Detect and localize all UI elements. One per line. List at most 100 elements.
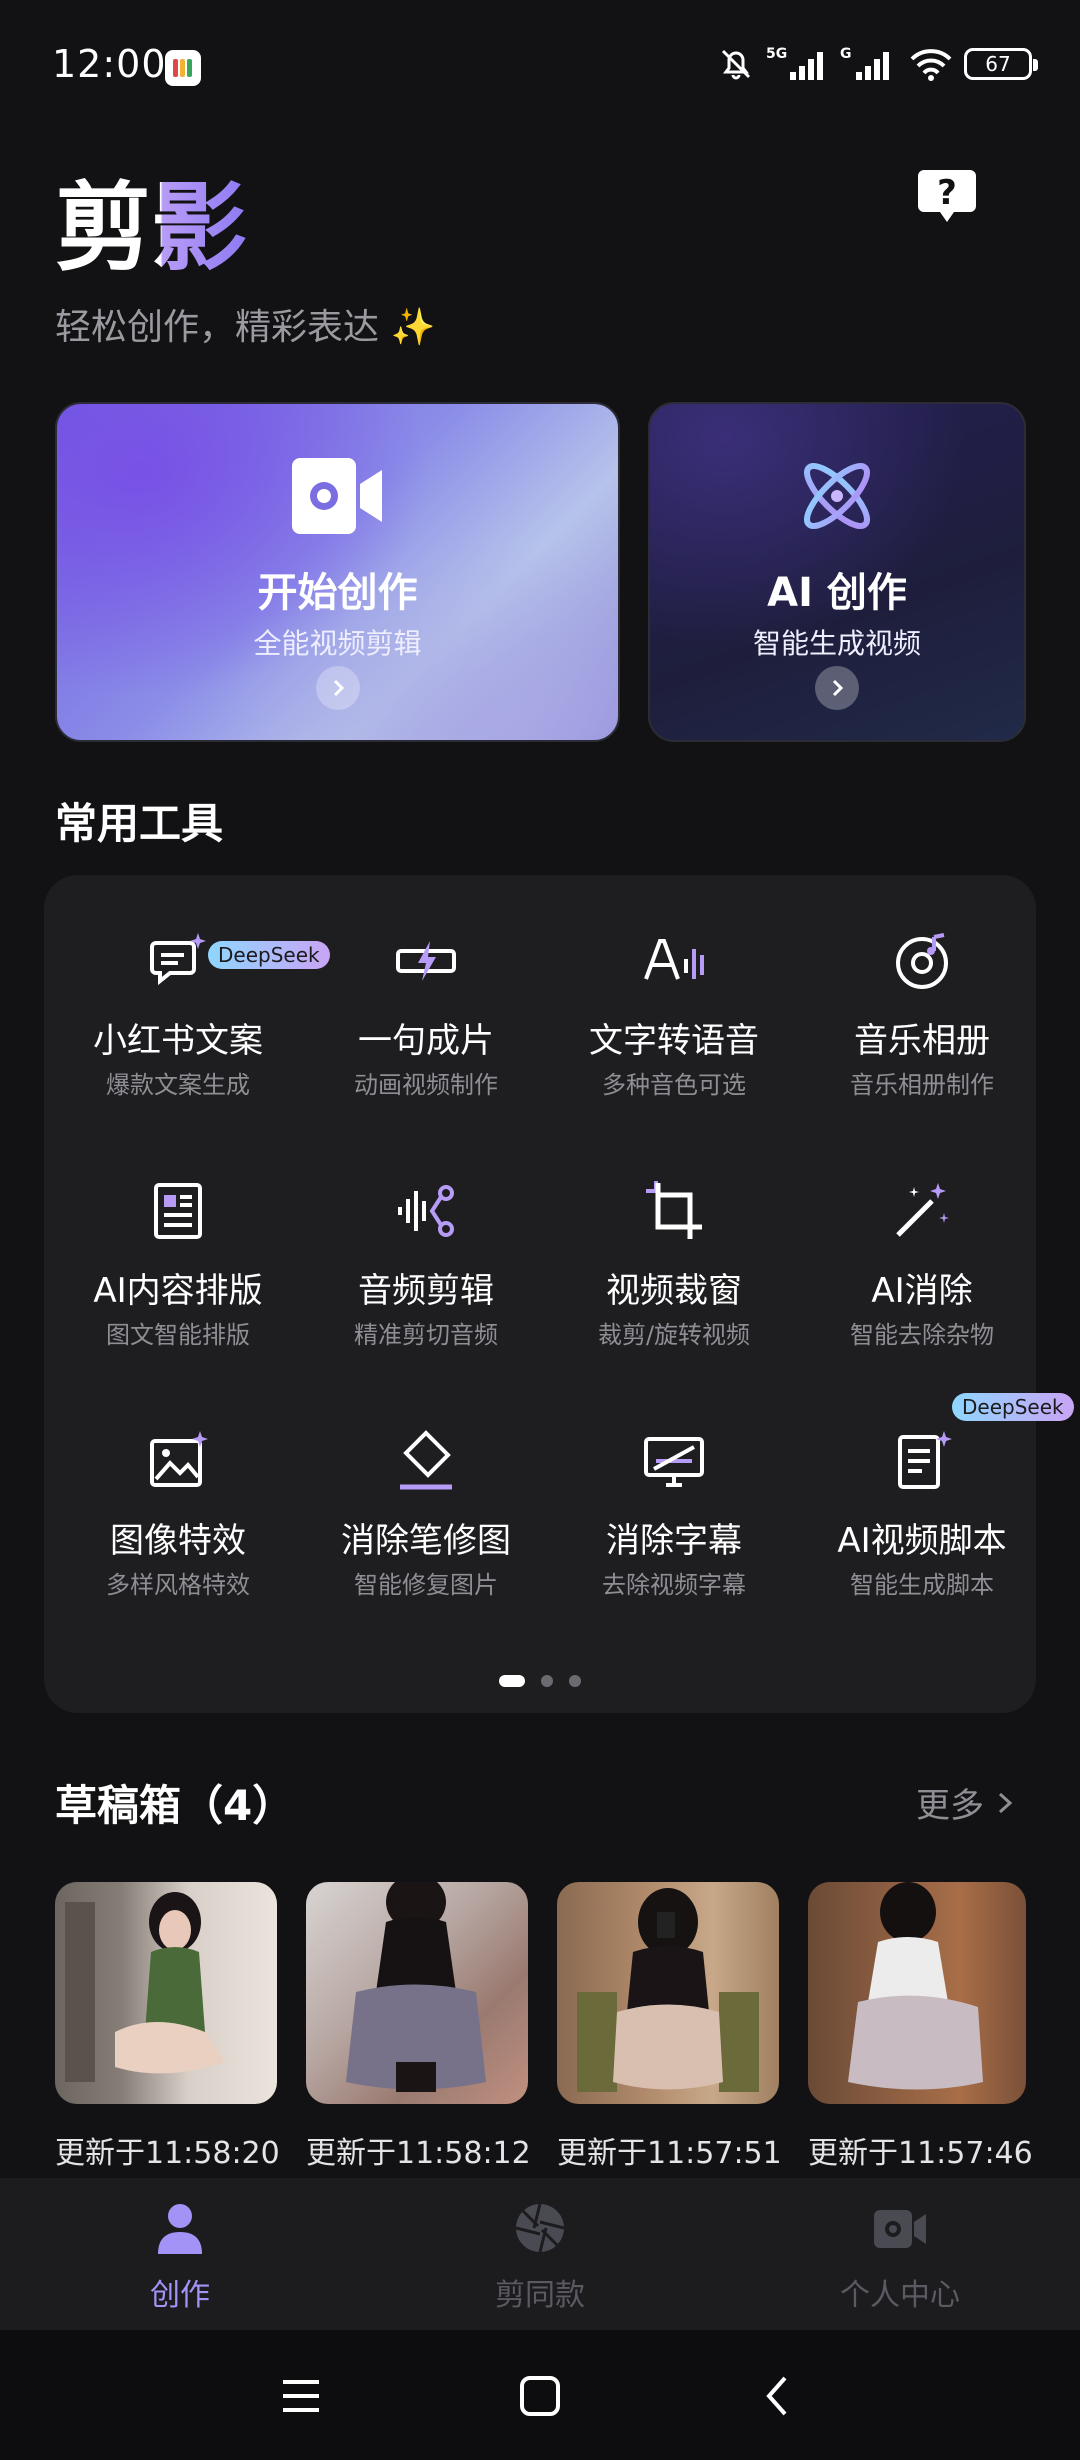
tab-label: 剪同款 — [495, 2278, 585, 2313]
tool-xiaohongshu-copy[interactable]: DeepSeek 小红书文案 爆款文案生成 — [54, 895, 330, 1115]
app-tagline: 轻松创作，精彩表达 ✨ — [55, 307, 436, 348]
tool-name: 小红书文案 — [93, 1021, 263, 1061]
tool-text-to-speech[interactable]: 文字转语音 多种音色可选 — [550, 895, 798, 1115]
tab-create[interactable]: 创作 — [0, 2178, 360, 2330]
video-camera-icon — [291, 458, 382, 534]
ai-creation-card[interactable]: AI 创作 智能生成视频 — [648, 402, 1026, 742]
crop-icon — [646, 1181, 702, 1239]
tool-ai-layout[interactable]: AI内容排版 图文智能排版 — [54, 1145, 302, 1365]
draft-item[interactable]: 更新于11:58:12 — [306, 1882, 531, 2172]
svg-text:?: ? — [937, 173, 957, 213]
menu-icon[interactable] — [277, 2372, 325, 2420]
notification-app-icon — [165, 50, 201, 86]
wifi-icon — [910, 49, 952, 81]
help-bubble-icon[interactable]: ? — [916, 166, 978, 228]
start-creation-card[interactable]: 开始创作 全能视频剪辑 — [55, 402, 620, 742]
draft-item[interactable]: 更新于11:57:51 — [557, 1882, 782, 2172]
audio-cut-icon — [398, 1185, 454, 1237]
status-bar: 12:00 5G G 67 — [0, 0, 1080, 130]
signal-5g-icon: 5G — [766, 46, 823, 80]
tools-section-title: 常用工具 — [55, 799, 224, 848]
draft-thumbnail — [557, 1882, 779, 2104]
ai-creation-title: AI 创作 — [767, 570, 907, 616]
deepseek-badge: DeepSeek — [952, 1393, 1074, 1421]
tool-eraser-retouch[interactable]: 消除笔修图 智能修复图片 — [302, 1395, 550, 1615]
music-disc-icon — [896, 933, 948, 989]
tool-desc: 动画视频制作 — [354, 1071, 498, 1099]
tool-image-effects[interactable]: 图像特效 多样风格特效 — [54, 1395, 302, 1615]
draft-updated-time: 更新于11:57:51 — [557, 2136, 782, 2171]
tool-name: AI消除 — [871, 1271, 973, 1311]
back-icon[interactable] — [755, 2372, 803, 2420]
eraser-icon — [400, 1430, 452, 1490]
svg-text:G: G — [840, 46, 852, 62]
subtitle-remove-icon — [644, 1437, 704, 1487]
tool-name: 消除笔修图 — [341, 1521, 511, 1561]
tool-music-album[interactable]: 音乐相册 音乐相册制作 — [798, 895, 1046, 1115]
draft-thumbnail — [808, 1882, 1026, 2104]
draft-item[interactable]: 更新于11:58:20 — [55, 1882, 280, 2172]
tool-desc: 图文智能排版 — [106, 1321, 250, 1349]
tool-desc: 智能修复图片 — [354, 1571, 498, 1599]
tab-templates[interactable]: 剪同款 — [360, 2178, 720, 2330]
person-icon — [158, 2204, 202, 2254]
tool-name: 一句成片 — [358, 1021, 494, 1061]
tool-ai-erase[interactable]: AI消除 智能去除杂物 — [798, 1145, 1046, 1365]
tab-profile[interactable]: 个人中心 — [720, 2178, 1080, 2330]
chevron-right-icon — [315, 666, 360, 710]
tool-name: 消除字幕 — [606, 1521, 742, 1561]
page-dot-2[interactable] — [541, 1675, 553, 1687]
tool-one-sentence-video[interactable]: 一句成片 动画视频制作 — [302, 895, 550, 1115]
battery-indicator: 67 — [964, 48, 1038, 80]
ai-creation-subtitle: 智能生成视频 — [752, 627, 921, 660]
tool-name: 音频剪辑 — [358, 1271, 494, 1311]
tool-audio-cut[interactable]: 音频剪辑 精准剪切音频 — [302, 1145, 550, 1365]
chevron-right-icon — [998, 1792, 1013, 1813]
atom-icon — [804, 463, 870, 529]
tab-label: 个人中心 — [840, 2278, 960, 2313]
svg-text:剪影: 剪影 — [55, 172, 247, 284]
mute-bell-icon — [721, 49, 751, 80]
tool-desc: 爆款文案生成 — [106, 1071, 250, 1099]
tool-video-crop[interactable]: 视频裁窗 裁剪/旋转视频 — [550, 1145, 798, 1365]
chat-sparkle-icon — [150, 933, 206, 986]
system-nav-bar — [0, 2330, 1080, 2460]
draft-item[interactable]: 更新于11:57:46 — [808, 1882, 1033, 2172]
tool-name: 视频裁窗 — [606, 1271, 742, 1311]
bottom-tab-bar: 创作 剪同款 个人中心 — [0, 2178, 1080, 2330]
draft-thumbnail — [306, 1882, 528, 2104]
drafts-title: 草稿箱（4） — [55, 1781, 295, 1830]
tool-name: 图像特效 — [110, 1521, 246, 1561]
page-dot-1[interactable] — [499, 1675, 525, 1687]
status-indicators: 5G G 67 — [716, 44, 1038, 84]
draft-thumbnail — [55, 1882, 277, 2104]
tool-desc: 裁剪/旋转视频 — [597, 1321, 751, 1349]
tools-panel: DeepSeek 小红书文案 爆款文案生成 一句成片 动画视频制作 文字转语音 … — [44, 875, 1074, 1713]
start-creation-title: 开始创作 — [257, 570, 418, 616]
tool-desc: 智能生成脚本 — [850, 1571, 994, 1599]
chevron-right-icon — [815, 666, 859, 710]
script-doc-icon — [898, 1431, 952, 1489]
tool-desc: 去除视频字幕 — [602, 1571, 746, 1599]
aperture-icon — [515, 2203, 565, 2253]
drafts-more-link[interactable]: 更多 — [916, 1778, 1016, 1827]
layout-doc-icon — [154, 1183, 202, 1239]
start-creation-subtitle: 全能视频剪辑 — [253, 627, 422, 660]
image-sparkle-icon — [150, 1431, 208, 1487]
draft-updated-time: 更新于11:58:12 — [306, 2136, 531, 2171]
tool-desc: 音乐相册制作 — [850, 1071, 994, 1099]
tool-name: AI视频脚本 — [837, 1521, 1007, 1561]
home-icon[interactable] — [516, 2372, 564, 2420]
tool-desc: 精准剪切音频 — [354, 1321, 498, 1349]
page-indicator[interactable] — [44, 1675, 1036, 1687]
tool-name: AI内容排版 — [93, 1271, 263, 1311]
tool-remove-subtitles[interactable]: 消除字幕 去除视频字幕 — [550, 1395, 798, 1615]
more-label: 更多 — [916, 1786, 984, 1826]
tool-name: 文字转语音 — [589, 1021, 759, 1061]
app-logo: 剪影 — [55, 172, 247, 284]
tool-desc: 智能去除杂物 — [850, 1321, 994, 1349]
page-dot-3[interactable] — [569, 1675, 581, 1687]
tool-ai-video-script[interactable]: DeepSeek AI视频脚本 智能生成脚本 — [798, 1393, 1074, 1615]
signal-g-icon: G — [840, 46, 889, 80]
tool-desc: 多种音色可选 — [602, 1071, 746, 1099]
